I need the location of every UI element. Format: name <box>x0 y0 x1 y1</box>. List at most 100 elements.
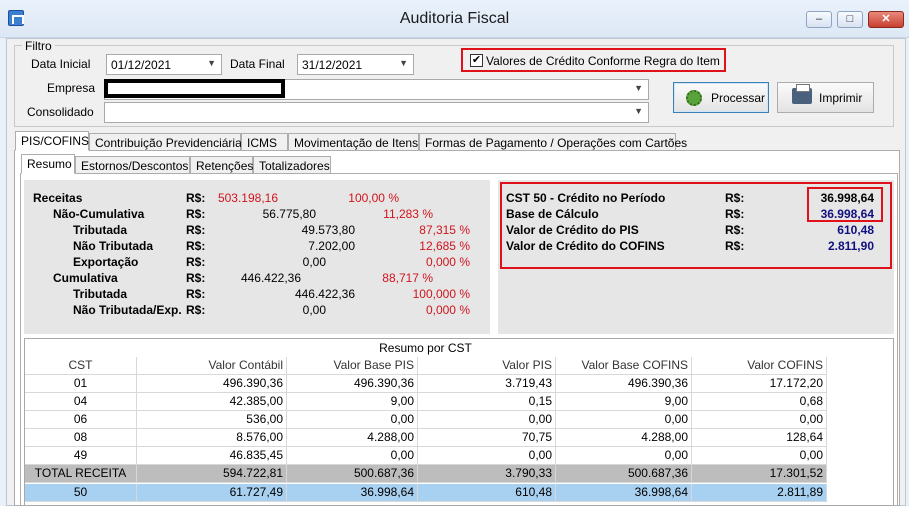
subtab-estornos-descontos[interactable]: Estornos/Descontos <box>75 156 190 174</box>
tab-icms[interactable]: ICMS <box>241 133 288 151</box>
cell-valor-base-pis: 4.288,00 <box>287 429 418 447</box>
nao-tributada-value: 7.202,00 <box>308 239 355 253</box>
table-row-total-receita[interactable]: TOTAL RECEITA 594.722,81 500.687,36 3.79… <box>25 465 827 483</box>
data-final-value: 31/12/2021 <box>302 58 363 72</box>
cell-valor-base-pis: 0,00 <box>287 447 418 465</box>
tributada-pct: 87,315 % <box>419 223 470 237</box>
currency-label: R$: <box>725 223 745 237</box>
chevron-down-icon[interactable]: ▼ <box>634 106 643 116</box>
data-inicial-picker[interactable]: 01/12/2021 ▼ <box>106 54 222 75</box>
cell-valor-pis: 0,15 <box>418 393 556 411</box>
printer-icon <box>792 84 812 104</box>
imprimir-label: Imprimir <box>819 91 863 105</box>
cell-valor-contabil: 536,00 <box>137 411 287 429</box>
cell-valor-contabil: 496.390,36 <box>137 375 287 393</box>
column-header-valor-pis[interactable]: Valor PIS <box>418 357 556 375</box>
tab-pis-cofins[interactable]: PIS/COFINS <box>15 131 89 151</box>
data-inicial-label: Data Inicial <box>31 57 91 71</box>
table-row[interactable]: 06 536,00 0,00 0,00 0,00 0,00 <box>25 411 827 429</box>
column-header-valor-base-pis[interactable]: Valor Base PIS <box>287 357 418 375</box>
receitas-label: Receitas <box>33 191 83 205</box>
subtab-retencoes[interactable]: Retenções <box>190 156 253 174</box>
cell-cst: 01 <box>25 375 137 393</box>
window-title: Auditoria Fiscal <box>399 10 510 27</box>
exportacao-label: Exportação <box>73 255 139 269</box>
cum-nao-tributada-exp-label: Não Tributada/Exp. <box>73 303 182 317</box>
currency-label: R$: <box>186 303 206 317</box>
nao-cumulativa-pct: 11,283 % <box>383 207 433 221</box>
cum-tributada-label: Tributada <box>73 287 128 301</box>
column-header-cst[interactable]: CST <box>25 357 137 375</box>
credito-pis-label: Valor de Crédito do PIS <box>506 223 639 237</box>
cell-valor-base-cofins: 0,00 <box>556 411 692 429</box>
table-row[interactable]: 04 42.385,00 9,00 0,15 9,00 0,68 <box>25 393 827 411</box>
currency-label: R$: <box>725 239 745 253</box>
currency-label: R$: <box>186 223 206 237</box>
data-inicial-value: 01/12/2021 <box>111 58 172 72</box>
tab-formas-pagamento[interactable]: Formas de Pagamento / Operações com Cart… <box>419 133 687 151</box>
column-header-valor-base-cofins[interactable]: Valor Base COFINS <box>556 357 692 375</box>
cum-tributada-value: 446.422,36 <box>294 287 355 301</box>
nao-cumulativa-label: Não-Cumulativa <box>53 207 145 221</box>
currency-label: R$: <box>725 207 745 221</box>
currency-label: R$: <box>186 271 206 285</box>
cumulativa-pct: 88,717 % <box>382 271 433 285</box>
exportacao-value: 0,00 <box>302 255 326 269</box>
maximize-button[interactable]: □ <box>837 11 863 28</box>
nao-tributada-pct: 12,685 % <box>419 239 470 253</box>
cumulativa-value: 446.422,36 <box>240 271 301 285</box>
cell-valor-cofins: 2.811,89 <box>692 484 827 502</box>
cell-valor-contabil: 594.722,81 <box>137 465 287 483</box>
exportacao-pct: 0,000 % <box>425 255 470 269</box>
table-row[interactable]: 49 46.835,45 0,00 0,00 0,00 0,00 <box>25 447 827 465</box>
chevron-down-icon[interactable]: ▼ <box>207 58 216 68</box>
tab-contribuicao-previdenciaria[interactable]: Contribuição Previdenciária <box>89 133 242 151</box>
cell-valor-cofins: 17.301,52 <box>692 465 827 483</box>
consolidado-select[interactable]: ▼ <box>104 102 649 123</box>
empresa-redacted-value <box>104 79 285 98</box>
tab-movimentacao-itens[interactable]: Movimentação de Itens <box>288 133 419 151</box>
grid-header-row: CST Valor Contábil Valor Base PIS Valor … <box>25 357 827 375</box>
cell-valor-cofins: 128,64 <box>692 429 827 447</box>
subtab-resumo[interactable]: Resumo <box>21 154 75 174</box>
receitas-value: 503.198,16 <box>217 191 278 205</box>
credito-regra-item-label[interactable]: Valores de Crédito Conforme Regra do Ite… <box>486 54 720 68</box>
cell-valor-pis: 0,00 <box>418 411 556 429</box>
table-row[interactable]: 01 496.390,36 496.390,36 3.719,43 496.39… <box>25 375 827 393</box>
data-final-label: Data Final <box>230 57 285 71</box>
cell-valor-base-cofins: 0,00 <box>556 447 692 465</box>
credito-cofins-value: 2.811,90 <box>827 239 874 253</box>
cell-valor-base-pis: 36.998,64 <box>287 484 418 502</box>
subtab-totalizadores[interactable]: Totalizadores <box>253 156 331 174</box>
currency-label: R$: <box>186 287 206 301</box>
consolidado-label: Consolidado <box>27 105 94 119</box>
cum-nao-tributada-pct: 0,000 % <box>425 303 470 317</box>
column-header-valor-cofins[interactable]: Valor COFINS <box>692 357 827 375</box>
base-calculo-value: 36.998,64 <box>820 207 874 221</box>
data-final-picker[interactable]: 31/12/2021 ▼ <box>297 54 414 75</box>
cell-cst: 50 <box>25 484 137 502</box>
close-button[interactable]: ✕ <box>868 11 904 28</box>
nao-cumulativa-value: 56.775,80 <box>262 207 316 221</box>
cell-valor-base-cofins: 9,00 <box>556 393 692 411</box>
minimize-button[interactable]: – <box>806 11 832 28</box>
cell-valor-contabil: 8.576,00 <box>137 429 287 447</box>
credito-pis-value: 610,48 <box>837 223 874 237</box>
processar-label: Processar <box>711 91 766 105</box>
currency-label: R$: <box>186 191 206 205</box>
cell-valor-pis: 610,48 <box>418 484 556 502</box>
column-header-valor-contabil[interactable]: Valor Contábil <box>137 357 287 375</box>
table-row-selected[interactable]: 50 61.727,49 36.998,64 610,48 36.998,64 … <box>25 484 827 502</box>
chevron-down-icon[interactable]: ▼ <box>399 58 408 68</box>
currency-label: R$: <box>186 207 206 221</box>
chevron-down-icon[interactable]: ▼ <box>634 83 643 93</box>
credito-regra-item-checkbox[interactable]: ✔ <box>470 54 483 67</box>
table-row[interactable]: 08 8.576,00 4.288,00 70,75 4.288,00 128,… <box>25 429 827 447</box>
cell-valor-cofins: 0,00 <box>692 447 827 465</box>
cell-valor-pis: 0,00 <box>418 447 556 465</box>
cell-valor-pis: 70,75 <box>418 429 556 447</box>
cell-valor-contabil: 42.385,00 <box>137 393 287 411</box>
cell-valor-cofins: 0,00 <box>692 411 827 429</box>
credito-cofins-label: Valor de Crédito do COFINS <box>506 239 665 253</box>
cell-valor-base-pis: 9,00 <box>287 393 418 411</box>
